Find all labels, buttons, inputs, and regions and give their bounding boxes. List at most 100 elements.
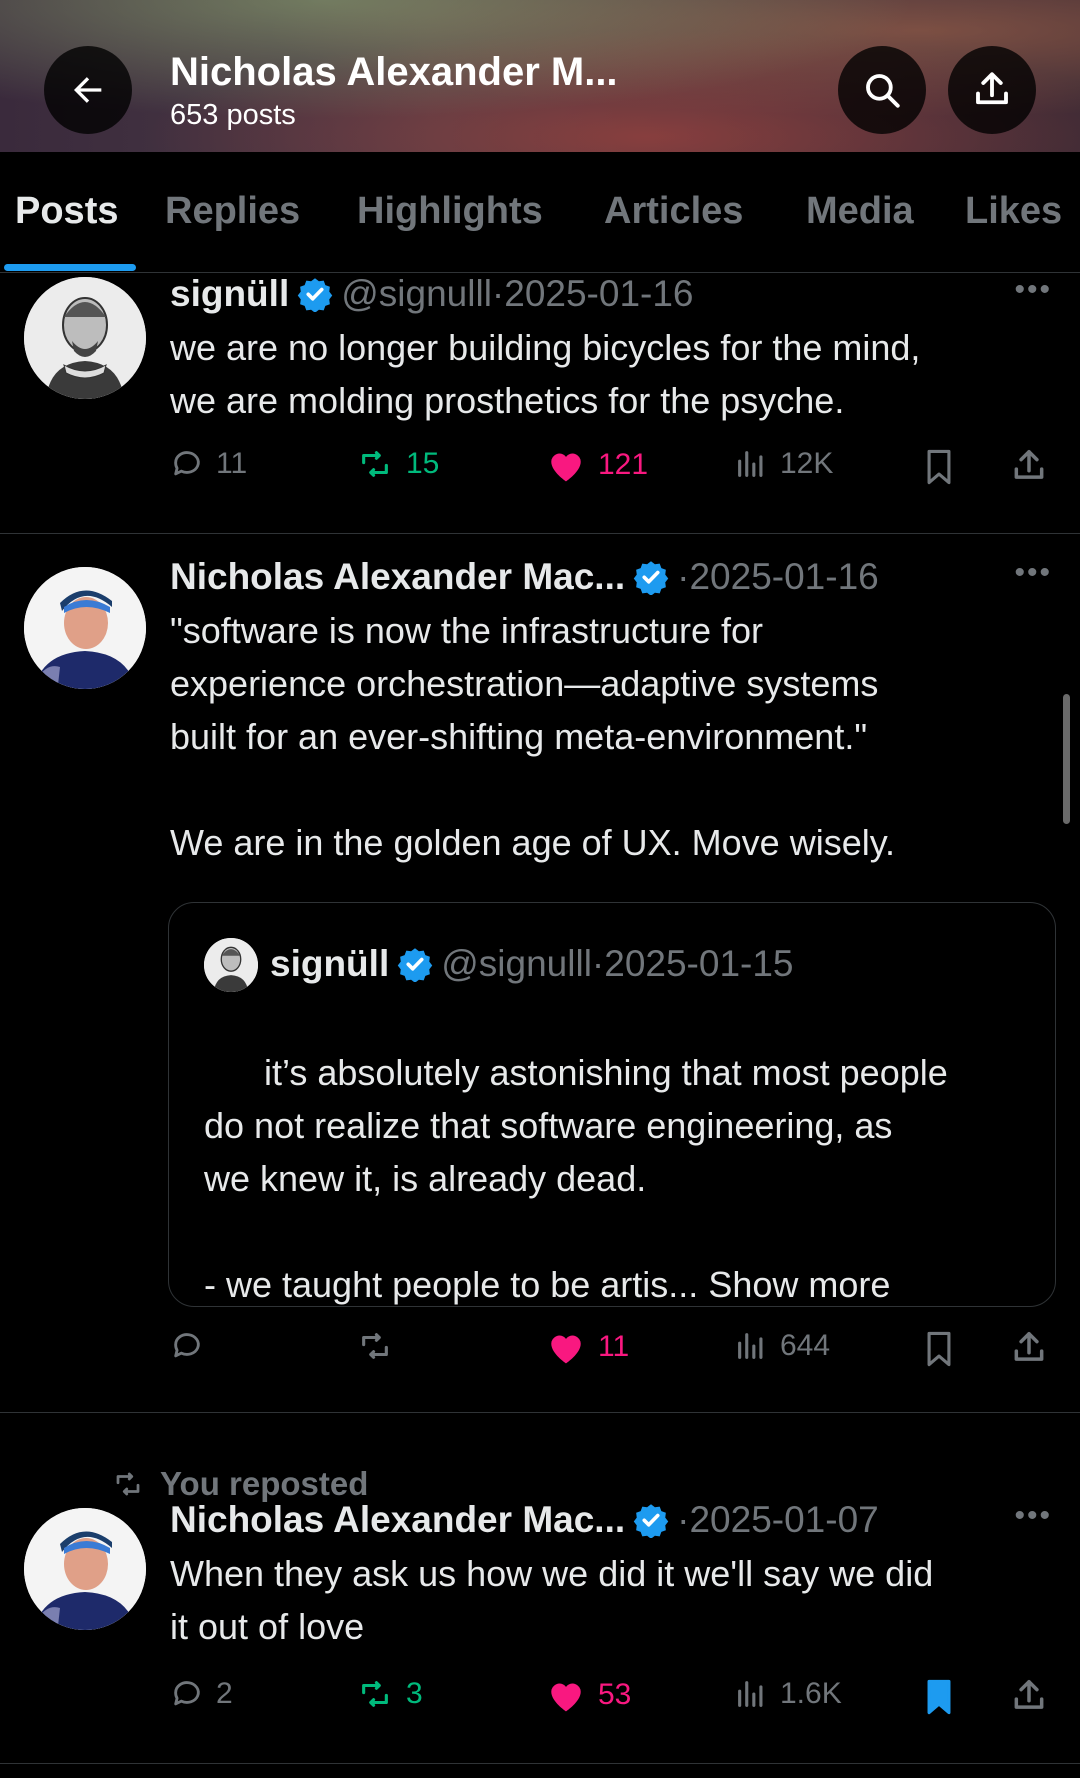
verified-badge-icon — [297, 278, 333, 312]
post-text: When they ask us how we did it we'll say… — [170, 1553, 934, 1647]
author-name[interactable]: signüll — [170, 273, 289, 315]
share-button[interactable] — [1010, 1329, 1060, 1367]
quote-author-handle: @signulll — [441, 943, 592, 984]
quote-text-block: it’s absolutely astonishing that most pe… — [204, 993, 1044, 1364]
post-header: Nicholas Alexander Mac... ·2025-01-16 — [170, 556, 879, 598]
repost-button[interactable]: 3 — [356, 1677, 423, 1711]
heart-filled-icon — [551, 453, 581, 482]
views-button[interactable]: 1.6K — [734, 1677, 842, 1711]
active-tab-indicator — [4, 264, 136, 271]
post-text: "software is now the infrastructure for … — [170, 610, 896, 863]
profile-name: Nicholas Alexander M... — [170, 50, 618, 94]
reply-icon — [174, 1333, 200, 1358]
quote-date: ·2025-01-15 — [591, 943, 794, 984]
view-count: 644 — [780, 1329, 831, 1362]
reply-button[interactable]: 11 — [170, 447, 247, 481]
tab-replies[interactable]: Replies — [165, 190, 300, 233]
heart-filled-icon — [551, 1335, 581, 1364]
tab-articles[interactable]: Articles — [604, 190, 743, 233]
tab-highlights[interactable]: Highlights — [357, 190, 543, 233]
quote-header: signüll @signulll ·2025-01-15 — [270, 943, 794, 985]
show-more-link[interactable]: Show more — [708, 1264, 890, 1305]
author-name[interactable]: Nicholas Alexander Mac... — [170, 556, 625, 598]
views-chart-icon — [738, 1333, 763, 1359]
more-options-icon[interactable]: ••• — [1014, 273, 1052, 307]
share-icon — [1014, 450, 1044, 479]
author-handle[interactable]: @signulll — [341, 273, 492, 315]
profile-tabs: Posts Replies Highlights Articles Media … — [0, 152, 1080, 273]
verified-badge-icon — [633, 561, 669, 595]
author-name[interactable]: Nicholas Alexander Mac... — [170, 1499, 625, 1541]
avatar[interactable] — [24, 567, 146, 689]
avatar[interactable] — [24, 277, 146, 399]
profile-header: Nicholas Alexander M... 653 posts — [0, 0, 1080, 152]
repost-icon — [362, 1333, 388, 1359]
avatar[interactable] — [24, 1508, 146, 1630]
post-actions: 11 644 — [170, 1329, 1044, 1379]
share-button[interactable] — [1010, 1677, 1060, 1715]
like-button[interactable]: 53 — [546, 1677, 631, 1713]
like-count: 121 — [598, 448, 649, 481]
quote-author-name: signüll — [270, 943, 390, 984]
post[interactable]: signüll @signulll ·2025-01-16 ••• we are… — [0, 273, 1080, 534]
tab-likes[interactable]: Likes — [965, 190, 1062, 233]
views-button[interactable]: 644 — [734, 1329, 830, 1363]
back-button[interactable] — [44, 46, 132, 134]
repost-icon — [362, 451, 388, 477]
post-actions: 2 3 53 1.6K — [170, 1677, 1044, 1727]
views-chart-icon — [738, 451, 763, 477]
verified-badge-icon — [397, 948, 433, 982]
share-icon — [1014, 1680, 1044, 1709]
bookmark-button[interactable] — [922, 1329, 968, 1369]
view-count: 12K — [780, 447, 834, 480]
views-chart-icon — [738, 1681, 763, 1707]
post-date: ·2025-01-16 — [491, 273, 694, 314]
profile-photo-icon — [24, 1508, 146, 1630]
views-button[interactable]: 12K — [734, 447, 833, 481]
share-profile-button[interactable] — [948, 46, 1036, 134]
reply-button[interactable] — [170, 1329, 216, 1363]
repost-label-text: You reposted — [160, 1465, 369, 1502]
bookmark-icon — [927, 1331, 951, 1367]
post-text: we are no longer building bicycles for t… — [170, 327, 921, 421]
search-button[interactable] — [838, 46, 926, 134]
reply-count: 2 — [216, 1677, 233, 1710]
reply-count: 11 — [216, 447, 248, 480]
more-options-icon[interactable]: ••• — [1014, 556, 1052, 590]
repost-icon — [362, 1681, 388, 1707]
like-button[interactable]: 11 — [546, 1329, 629, 1365]
repost-icon — [116, 1472, 140, 1496]
reply-icon — [174, 1681, 200, 1706]
reply-button[interactable]: 2 — [170, 1677, 233, 1711]
post-header: Nicholas Alexander Mac... ·2025-01-07 — [170, 1499, 879, 1541]
bookmark-icon — [927, 449, 951, 485]
repost-button[interactable] — [356, 1329, 406, 1363]
like-count: 53 — [598, 1678, 632, 1711]
tab-media[interactable]: Media — [806, 190, 914, 233]
post[interactable]: Nicholas Alexander Mac... ·2025-01-16 ••… — [0, 534, 1080, 1413]
shakespeare-portrait-icon — [24, 277, 146, 399]
post-date: ·2025-01-07 — [677, 1499, 879, 1540]
quoted-post[interactable]: signüll @signulll ·2025-01-15 it’s absol… — [168, 902, 1056, 1307]
shakespeare-portrait-icon — [204, 938, 258, 992]
heart-filled-icon — [551, 1683, 581, 1712]
bookmark-button[interactable] — [922, 447, 968, 487]
repost-count: 15 — [406, 447, 440, 480]
post-header: signüll @signulll ·2025-01-16 — [170, 273, 694, 315]
repost-button[interactable]: 15 — [356, 447, 439, 481]
bookmark-button[interactable] — [922, 1677, 968, 1717]
share-button[interactable] — [1010, 447, 1060, 485]
scrollbar[interactable] — [1063, 694, 1070, 824]
like-count: 11 — [598, 1330, 630, 1363]
share-icon — [1014, 1332, 1044, 1361]
post-date: ·2025-01-16 — [677, 556, 879, 597]
reply-icon — [174, 451, 200, 476]
like-button[interactable]: 121 — [546, 447, 648, 483]
arrow-left-icon — [74, 77, 102, 103]
share-icon — [976, 72, 1008, 105]
tab-posts[interactable]: Posts — [15, 190, 118, 233]
profile-photo-icon — [24, 567, 146, 689]
post[interactable]: You reposted Nicholas Alexander Mac... ·… — [0, 1413, 1080, 1764]
quote-avatar — [204, 938, 258, 992]
more-options-icon[interactable]: ••• — [1014, 1499, 1052, 1533]
